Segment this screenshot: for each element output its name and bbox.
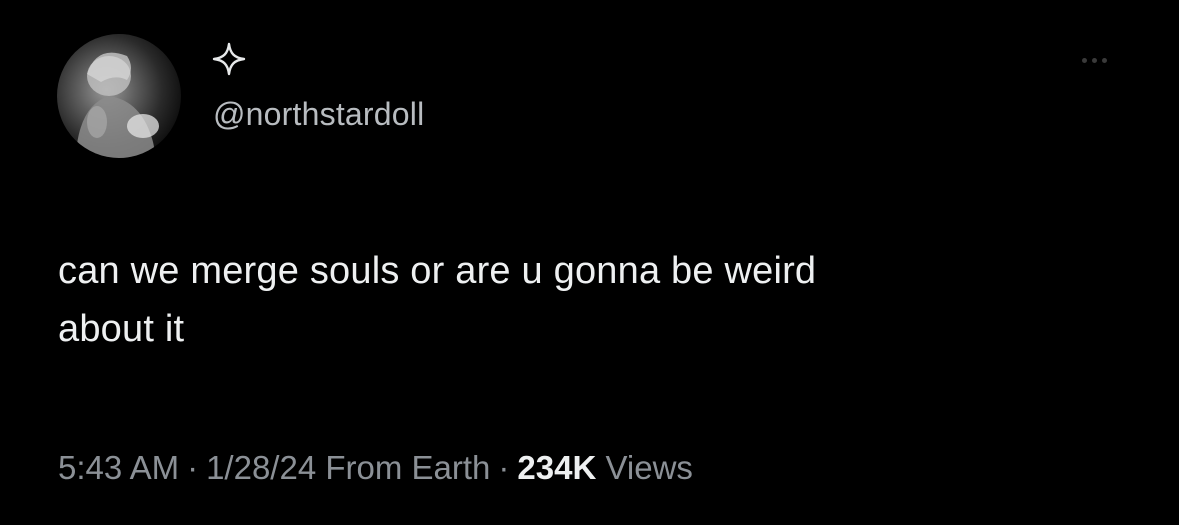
- tweet-date[interactable]: 1/28/24: [206, 449, 316, 487]
- more-horizontal-icon: [1091, 57, 1097, 63]
- user-handle[interactable]: @northstardoll: [213, 96, 424, 133]
- tweet-card: @northstardoll can we merge souls or are…: [0, 0, 1179, 525]
- avatar[interactable]: [57, 34, 181, 158]
- views-label: Views: [605, 449, 693, 486]
- tweet-text-line: about it: [58, 308, 185, 350]
- tweet-metadata: 5:43 AM · 1/28/24 From Earth · 234K View…: [58, 449, 693, 487]
- separator: ·: [187, 449, 199, 486]
- tweet-text: can we merge souls or are u gonna be wei…: [58, 242, 1098, 358]
- tweet-source: From Earth: [325, 449, 491, 486]
- separator: ·: [498, 449, 510, 486]
- tweet-time[interactable]: 5:43 AM: [58, 449, 179, 487]
- more-options-button[interactable]: [1066, 48, 1122, 72]
- four-point-star-icon: [212, 42, 246, 76]
- views-count[interactable]: 234K: [517, 449, 596, 487]
- avatar-image: [77, 52, 159, 158]
- more-horizontal-icon: [1101, 57, 1107, 63]
- more-horizontal-icon: [1081, 57, 1087, 63]
- tweet-text-line: can we merge souls or are u gonna be wei…: [58, 250, 817, 292]
